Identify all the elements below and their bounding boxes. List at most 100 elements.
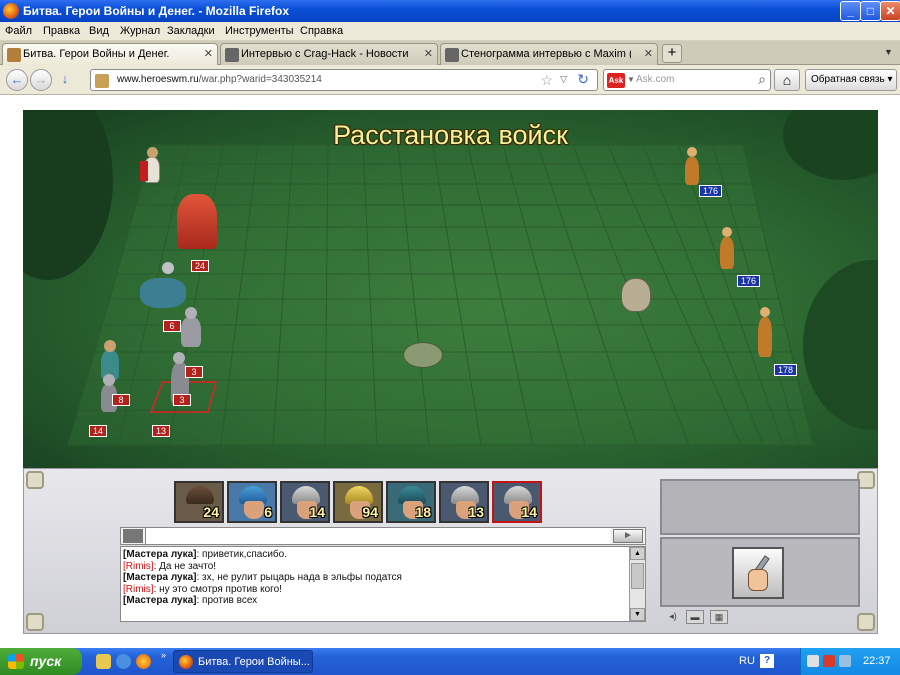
taskbar-firefox-window[interactable]: Битва. Герои Войны... [173,650,313,673]
network-icon[interactable] [807,655,819,667]
reload-icon[interactable]: ↻ [577,71,589,88]
close-window-button[interactable]: ✕ [880,1,900,21]
tools-favicon-icon [445,48,459,62]
army-slot-griffin[interactable]: 24 [174,481,224,523]
window-title: Битва. Герои Войны и Денег. - Mozilla Fi… [23,4,290,18]
search-icon[interactable]: ⌕ [758,71,766,88]
tab-label: Битва. Герои Войны и Денег. [23,48,170,60]
tools-favicon-icon [225,48,239,62]
sound-icon[interactable]: ◂) [664,610,682,624]
army-slot-footman[interactable]: 14 [280,481,330,523]
chat-message: [Мастера лука]: против всех [123,595,623,607]
menu-help[interactable]: Справка [300,25,343,37]
back-button[interactable]: ← [6,69,28,91]
menu-view[interactable]: Вид [89,25,109,37]
scroll-thumb[interactable] [631,563,644,589]
menu-tools[interactable]: Инструменты [225,25,294,37]
unit-elf-archer[interactable] [751,305,781,365]
stack-count-badge: 13 [152,425,171,437]
slot-count: 14 [309,504,325,520]
army-slot-swordsman[interactable]: 13 [439,481,489,523]
home-button[interactable]: ⌂ [774,69,800,91]
chat-nickname[interactable]: [Rimis] [123,561,154,572]
search-placeholder[interactable]: Ask.com [636,74,674,85]
stack-count-badge: 8 [112,394,130,406]
url-text[interactable]: www.heroeswm.ru/war.php?warid=343035214 [117,74,322,85]
forward-button[interactable]: → [30,69,52,91]
stack-count-badge: 3 [173,394,191,406]
scroll-down-icon[interactable]: ▼ [630,608,645,621]
panel-corner-ornament [857,613,875,631]
stack-count-badge: 6 [163,320,181,332]
search-engine-ask-icon[interactable]: Ask [607,73,625,88]
send-message-button[interactable]: ► [613,529,643,543]
stack-count-badge: 24 [191,260,210,272]
download-icon[interactable]: ↓ [54,69,76,91]
slot-count: 18 [415,504,431,520]
chat-message-text: : приветик,спасибо. [196,549,288,560]
url-dropdown-icon[interactable]: ▽ [560,74,567,85]
tab-close-icon[interactable]: ✕ [644,47,653,60]
scroll-up-icon[interactable]: ▲ [630,547,645,560]
tab-interview-maxim[interactable]: Стенограмма интервью с Maxim (adm).... ✕ [440,43,658,65]
unit-griffin[interactable] [173,190,223,260]
feedback-button[interactable]: Обратная связь ▾ [805,69,897,91]
unit-elf-archer[interactable] [678,145,708,190]
chat-nickname[interactable]: [Мастера лука] [123,595,197,606]
menu-bookmarks[interactable]: Закладки [167,25,215,37]
windows-logo-icon [8,654,24,669]
tab-close-icon[interactable]: ✕ [204,47,213,60]
help-icon[interactable]: ? [760,654,774,668]
hero-knight[interactable] [138,145,170,190]
chat-message: [Мастера лука]: зх, не рулит рыцарь нада… [123,572,623,584]
show-desktop-icon[interactable] [96,654,111,669]
tab-close-icon[interactable]: ✕ [424,47,433,60]
url-host: www.heroeswm.ru [117,74,199,85]
firefox-quicklaunch-icon[interactable] [136,654,151,669]
firefox-logo-icon [3,3,19,19]
chat-scrollbar[interactable]: ▲ ▼ [629,547,645,621]
quicklaunch-more-icon[interactable]: » [161,650,166,660]
language-indicator[interactable]: RU [739,655,755,667]
battlefield[interactable]: Расстановка войск 6 24 14 13 8 3 3 176 1… [23,110,878,468]
menu-history[interactable]: Журнал [120,25,160,37]
chat-channel-icon[interactable] [123,529,143,543]
chat-message-text: : Да не зачто! [153,560,217,572]
menu-file[interactable]: Файл [5,25,32,37]
chat-nickname[interactable]: [Мастера лука] [123,572,197,583]
window-toggle-icon[interactable]: ▬ [686,610,704,624]
unit-elf-archer[interactable] [713,225,743,275]
maximize-button[interactable]: □ [860,1,881,21]
window-titlebar: Битва. Герои Войны и Денег. - Mozilla Fi… [0,0,900,22]
grid-toggle-icon[interactable]: ▦ [710,610,728,624]
army-slot-footman-selected[interactable]: 14 [492,481,542,523]
search-box[interactable]: Ask ▼ Ask.com ⌕ [603,69,771,91]
battle-control-panel: 24 6 14 94 18 13 14 ► [Мастера лука]: пр… [23,468,878,634]
volume-icon[interactable] [839,655,851,667]
army-slot-archer[interactable]: 18 [386,481,436,523]
chat-nickname[interactable]: [Мастера лука] [123,549,197,560]
url-path: /war.php?warid=343035214 [198,74,322,85]
tab-interview-crag-hack[interactable]: Интервью с Crag-Hack - Новости - HW... ✕ [220,43,438,65]
chat-messages: [Мастера лука]: приветик,спасибо. [Rimis]… [123,549,623,607]
search-engine-dropdown-icon[interactable]: ▼ [627,75,635,84]
army-slot-cavalry[interactable]: 6 [227,481,277,523]
menu-edit[interactable]: Правка [43,25,80,37]
address-bar[interactable]: www.heroeswm.ru/war.php?warid=343035214 … [90,69,598,91]
tab-battle[interactable]: Битва. Герои Войны и Денег. ✕ [2,43,218,66]
chat-message-text: : против всех [196,595,258,606]
panel-corner-ornament [26,613,44,631]
tab-list-chevron-icon[interactable]: ▼ [884,47,893,57]
site-identity-icon[interactable] [95,74,109,88]
attack-button[interactable] [732,547,784,599]
stack-count-badge: 178 [774,364,798,376]
chat-nickname[interactable]: [Rimis] [123,584,154,595]
army-slot-knight[interactable]: 94 [333,481,383,523]
minimize-button[interactable]: _ [840,1,861,21]
chat-input[interactable] [145,528,610,544]
new-tab-button[interactable]: + [662,44,682,63]
start-button[interactable]: пуск [0,648,82,675]
bookmark-star-icon[interactable]: ☆ [540,72,553,89]
antivirus-icon[interactable] [823,655,835,667]
browser-quicklaunch-icon[interactable] [116,654,131,669]
